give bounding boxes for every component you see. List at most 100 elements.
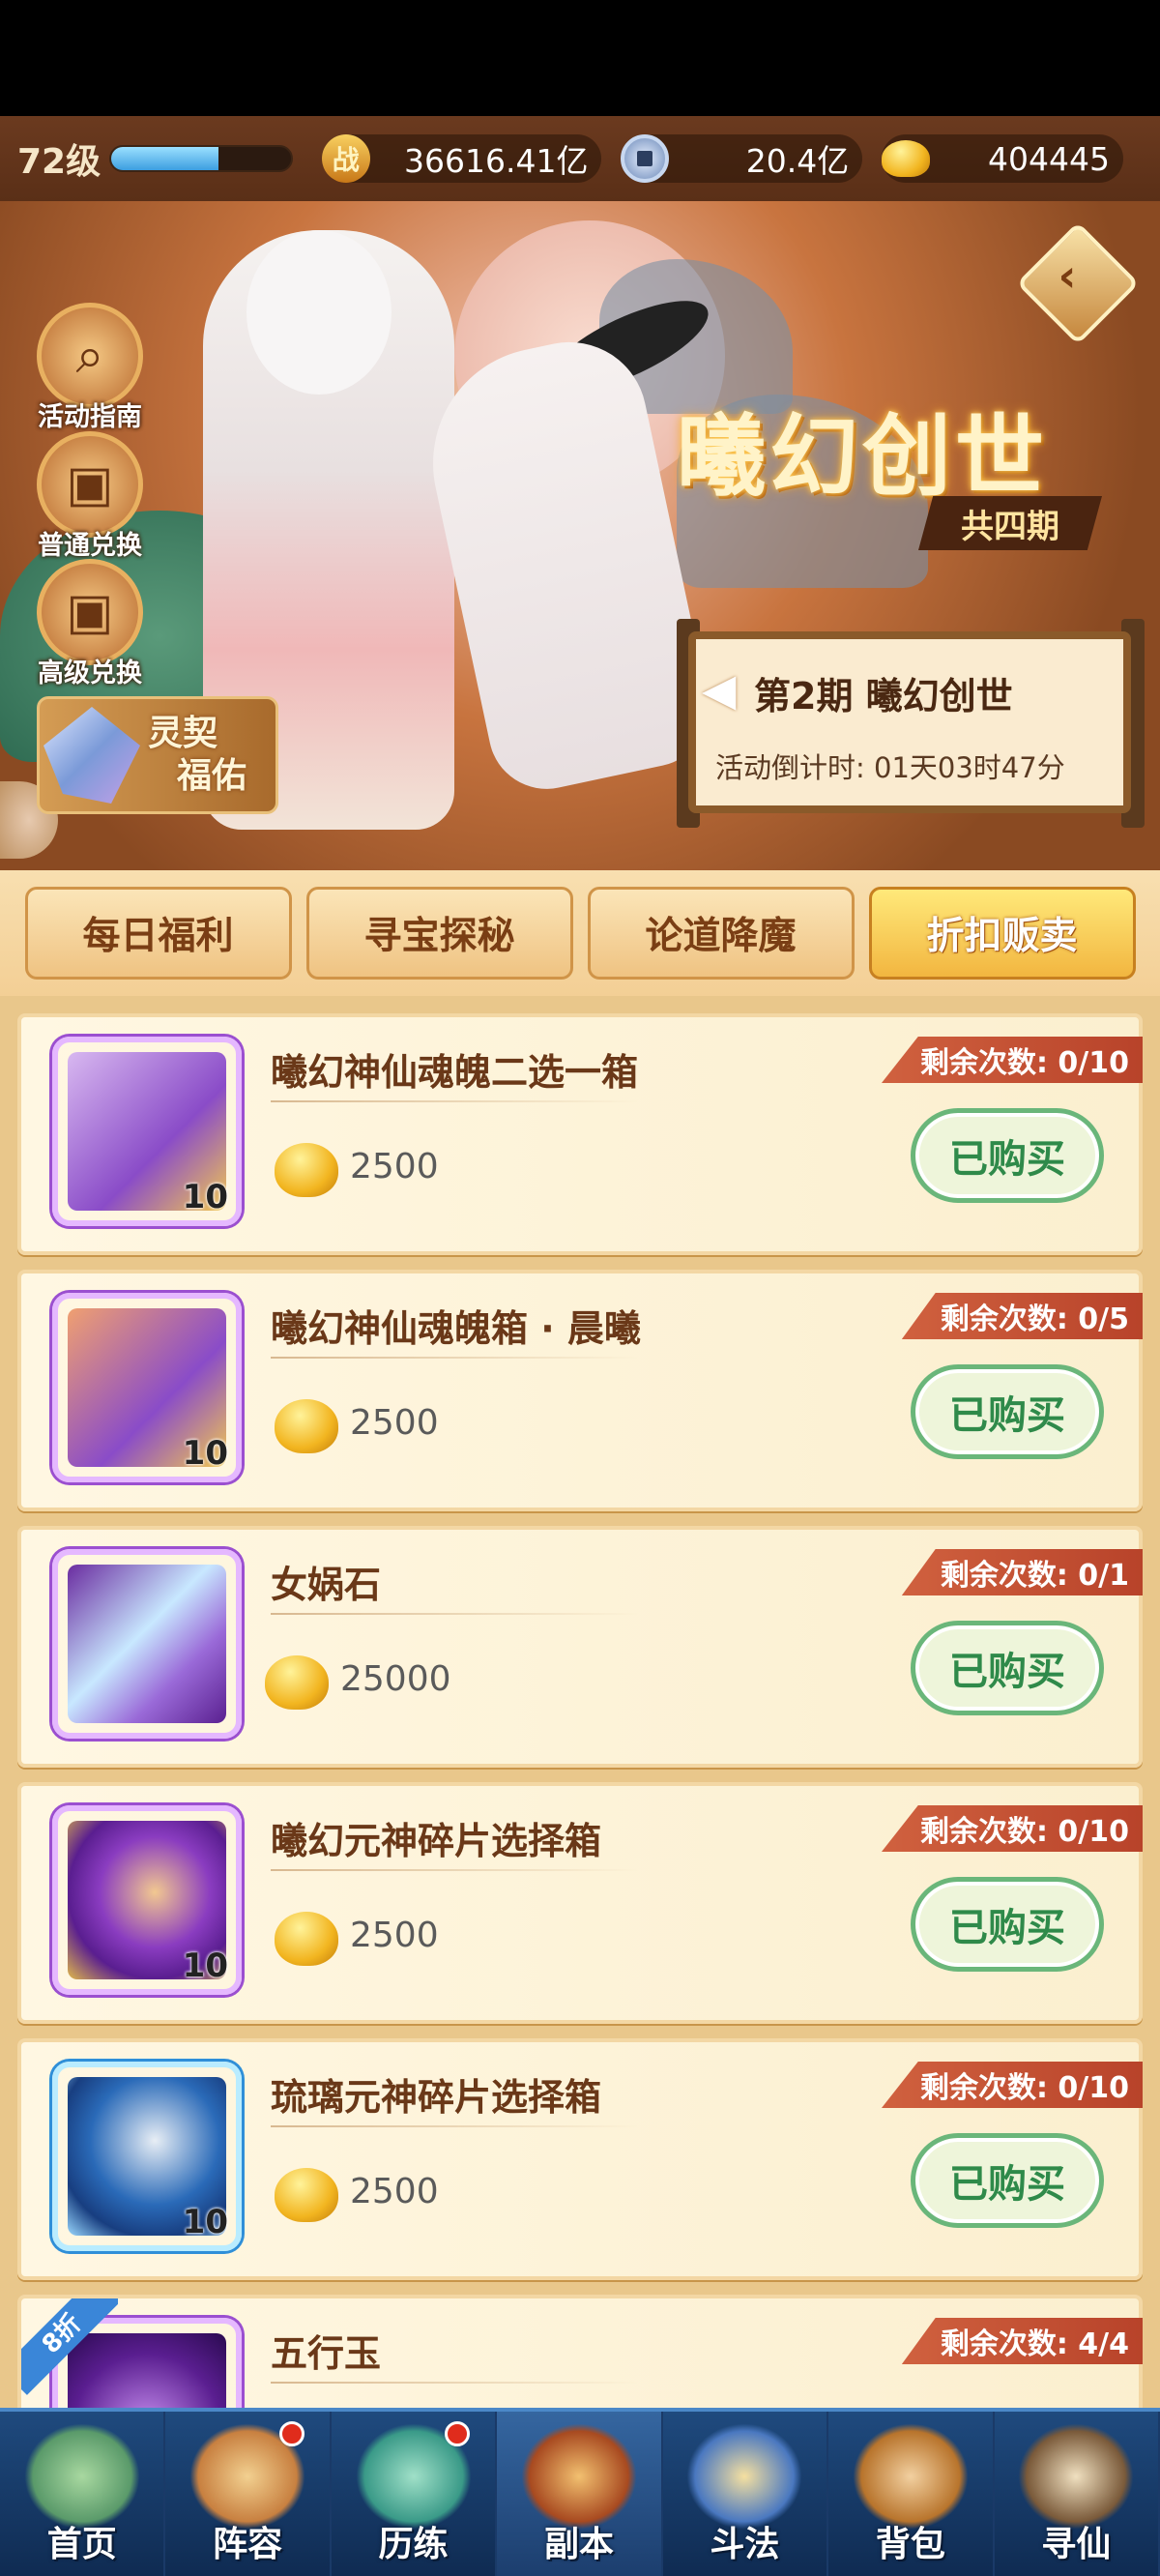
item-icon: 10 — [52, 1037, 242, 1226]
divider — [271, 2382, 638, 2384]
lingqi-label-line1: 灵契 — [148, 714, 218, 753]
nav-duel[interactable]: 斗法 — [663, 2412, 829, 2576]
purchased-button[interactable]: 已购买 — [911, 2133, 1104, 2228]
magnifier-icon: ⌕ — [37, 303, 143, 409]
purchased-button[interactable]: 已购买 — [911, 1621, 1104, 1715]
discount-label: 8折 — [21, 2298, 118, 2395]
event-subtitle: 共四期 — [918, 496, 1102, 550]
shop-item-card: 10 曦幻神仙魂魄箱 · 晨曦 2500 剩余次数: 0/5 已购买 — [17, 1270, 1143, 1511]
gift-box-icon: ▣ — [37, 431, 143, 538]
remaining-count-badge: 剩余次数: 0/1 — [901, 1549, 1143, 1595]
divider — [271, 1100, 638, 1102]
event-guide-label: 活动指南 — [38, 402, 142, 432]
purchased-button[interactable]: 已购买 — [911, 1364, 1104, 1459]
shop-item-card: 10 曦幻神仙魂魄二选一箱 2500 剩余次数: 0/10 已购买 — [17, 1013, 1143, 1255]
divider — [271, 1613, 638, 1615]
remaining-count-badge: 剩余次数: 4/4 — [901, 2318, 1143, 2364]
lingqi-blessing-button[interactable]: 灵契 福佑 — [37, 696, 278, 814]
shop-item-card: 女娲石 25000 剩余次数: 0/1 已购买 — [17, 1526, 1143, 1768]
purchased-button[interactable]: 已购买 — [911, 1877, 1104, 1972]
normal-exchange-button[interactable]: ▣ 普通兑换 — [27, 431, 153, 562]
item-name: 五行玉 — [271, 2332, 382, 2375]
item-name: 女娲石 — [271, 1564, 382, 1606]
gold-ingot-icon — [275, 2168, 338, 2222]
period-title: 第2期 曦幻创世 — [754, 675, 1013, 717]
tab-daily-welfare[interactable]: 每日福利 — [24, 887, 292, 980]
nuwa-stone-icon — [52, 1549, 242, 1739]
xp-bar-fill — [110, 147, 219, 170]
remaining-count-badge: 剩余次数: 0/10 — [881, 2062, 1143, 2108]
tab-demon-subduing[interactable]: 论道降魔 — [587, 887, 855, 980]
item-count: 10 — [182, 1178, 228, 1216]
battle-power: 战 36616.41亿 — [321, 134, 602, 183]
item-name: 曦幻神仙魂魄箱 · 晨曦 — [271, 1307, 641, 1350]
event-countdown: 活动倒计时: 01天03时47分 — [715, 751, 1065, 784]
item-icon: 10 — [52, 2062, 242, 2251]
advanced-exchange-label: 高级兑换 — [38, 659, 142, 688]
crossed-swords-icon — [686, 2423, 803, 2530]
period-scroll: ◀ 第2期 曦幻创世 活动倒计时: 01天03时47分 — [688, 631, 1131, 813]
remaining-count-badge: 剩余次数: 0/10 — [881, 1037, 1143, 1083]
nav-bag[interactable]: 背包 — [828, 2412, 995, 2576]
event-title: 曦幻创世 — [677, 404, 1049, 509]
item-name: 曦幻神仙魂魄二选一箱 — [271, 1051, 639, 1094]
purchased-button[interactable]: 已购买 — [911, 1108, 1104, 1203]
nav-label: 副本 — [543, 2525, 614, 2564]
divider — [271, 1869, 638, 1871]
nav-home[interactable]: 首页 — [0, 2412, 166, 2576]
shop-item-list[interactable]: 10 曦幻神仙魂魄二选一箱 2500 剩余次数: 0/10 已购买 10 曦幻神… — [0, 996, 1160, 2408]
remaining-count-badge: 剩余次数: 0/5 — [901, 1293, 1143, 1339]
bag-icon — [852, 2423, 969, 2530]
gold-ingot-icon — [275, 1399, 338, 1453]
divider — [271, 2125, 638, 2127]
item-name: 琉璃元神碎片选择箱 — [271, 2076, 602, 2119]
item-icon: 10 — [52, 1293, 242, 1482]
notification-dot — [278, 2421, 304, 2446]
nav-label: 历练 — [378, 2525, 449, 2564]
nav-dungeon[interactable]: 副本 — [497, 2412, 663, 2576]
scroll-icon — [1018, 2423, 1135, 2530]
battle-power-value: 36616.41亿 — [404, 142, 589, 180]
arrow-left-icon[interactable]: ◀ — [702, 663, 736, 716]
discount-ribbon: 8折 — [21, 2298, 118, 2395]
gold-balance[interactable]: 404445 — [882, 134, 1123, 183]
lingqi-label-line2: 福佑 — [177, 756, 247, 796]
item-count: 10 — [182, 1434, 228, 1473]
gold-ingot-icon — [882, 134, 931, 183]
normal-exchange-label: 普通兑换 — [38, 531, 142, 561]
item-count: 10 — [182, 2203, 228, 2241]
player-status-bar: 72级 战 36616.41亿 20.4亿 404445 — [0, 116, 1160, 201]
nav-lineup[interactable]: 阵容 — [165, 2412, 332, 2576]
coin-icon — [621, 134, 670, 183]
gold-ingot-icon — [265, 1655, 329, 1710]
item-price: 2500 — [350, 1147, 439, 1186]
item-price: 2500 — [350, 1403, 439, 1443]
tab-discount-sale[interactable]: 折扣贩卖 — [868, 887, 1136, 980]
remaining-count-badge: 剩余次数: 0/10 — [881, 1805, 1143, 1852]
gate-icon — [520, 2423, 637, 2530]
coin-balance[interactable]: 20.4亿 — [621, 134, 863, 183]
pavilion-icon — [23, 2423, 140, 2530]
event-tabs: 每日福利 寻宝探秘 论道降魔 折扣贩卖 — [0, 870, 1160, 996]
gold-ingot-icon — [275, 1912, 338, 1966]
advanced-exchange-button[interactable]: ▣ 高级兑换 — [27, 559, 153, 689]
tab-treasure-hunt[interactable]: 寻宝探秘 — [305, 887, 573, 980]
item-name: 曦幻元神碎片选择箱 — [271, 1820, 602, 1862]
nav-label: 首页 — [46, 2525, 117, 2564]
chevron-left-icon: ‹ — [1058, 249, 1077, 302]
nav-training[interactable]: 历练 — [332, 2412, 498, 2576]
shop-item-card: 10 曦幻元神碎片选择箱 2500 剩余次数: 0/10 已购买 — [17, 1782, 1143, 2024]
event-banner: ⌕ 活动指南 ▣ 普通兑换 ▣ 高级兑换 灵契 福佑 ‹ 曦幻创世 共四期 ◀ … — [0, 201, 1160, 870]
shop-item-card: 10 琉璃元神碎片选择箱 2500 剩余次数: 0/10 已购买 — [17, 2038, 1143, 2280]
item-price: 25000 — [340, 1659, 451, 1699]
gold-ingot-icon — [275, 1143, 338, 1197]
back-button[interactable]: ‹ — [1016, 221, 1140, 345]
nav-seek-immortal[interactable]: 寻仙 — [995, 2412, 1160, 2576]
item-price: 2500 — [350, 1916, 439, 1955]
event-guide-button[interactable]: ⌕ 活动指南 — [27, 303, 153, 433]
coin-value: 20.4亿 — [745, 142, 850, 180]
nav-label: 阵容 — [213, 2525, 283, 2564]
divider — [271, 1357, 638, 1359]
xp-bar — [108, 145, 293, 172]
crystal-icon — [44, 707, 140, 804]
